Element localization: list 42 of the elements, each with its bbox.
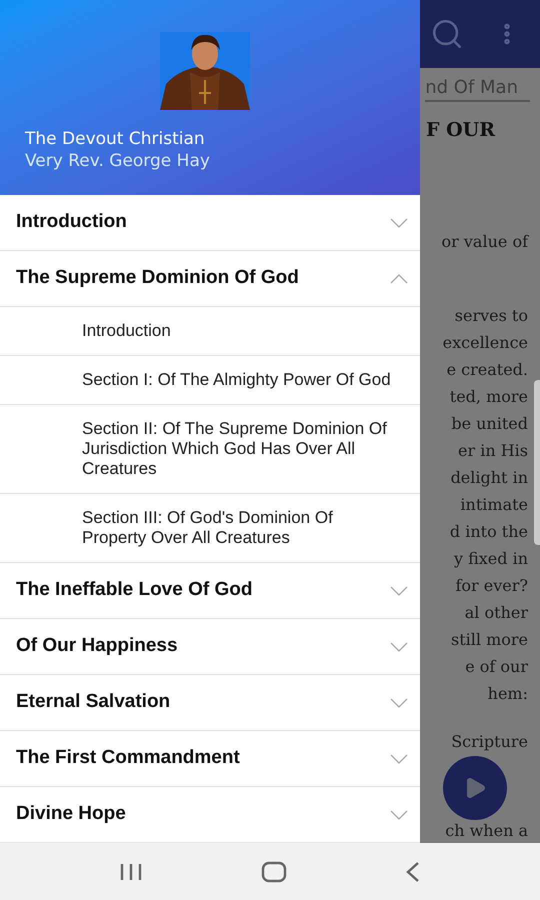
body-text-line: for ever? bbox=[456, 574, 528, 596]
chapter-item[interactable]: The Ineffable Love Of God bbox=[0, 563, 420, 619]
chapter-heading: F OUR bbox=[426, 118, 495, 143]
back-icon[interactable] bbox=[405, 860, 421, 882]
body-text-line: d into the bbox=[450, 520, 528, 542]
expand-icon bbox=[390, 810, 408, 820]
section-item[interactable]: Section I: Of The Almighty Power Of God bbox=[0, 356, 420, 405]
body-text-line: e of our bbox=[465, 656, 528, 678]
body-text-line: Scripture bbox=[451, 730, 528, 752]
body-text-line: hem: bbox=[488, 682, 528, 704]
body-text-line: excellence bbox=[442, 332, 528, 354]
section-item[interactable]: Introduction bbox=[0, 307, 420, 356]
body-text-line: or value of bbox=[442, 230, 528, 252]
book-author: Very Rev. George Hay bbox=[25, 150, 211, 172]
body-text-line: be united bbox=[451, 412, 528, 434]
search-icon[interactable] bbox=[430, 17, 464, 51]
expand-icon bbox=[390, 218, 408, 228]
section-item[interactable]: Section II: Of The Supreme Dominion Of Jurisdiction Which God Has Over All Creatures bbox=[0, 405, 420, 494]
collapse-icon bbox=[390, 274, 408, 284]
body-text-line: still more bbox=[451, 628, 528, 650]
recent-apps-icon[interactable] bbox=[119, 862, 143, 882]
expand-icon bbox=[390, 754, 408, 764]
body-text-line: al other bbox=[464, 602, 528, 624]
chapter-item[interactable]: The Supreme Dominion Of God bbox=[0, 251, 420, 307]
body-text-line: y fixed in bbox=[454, 548, 528, 570]
expand-icon bbox=[390, 586, 408, 596]
body-text-line: serves to bbox=[454, 304, 528, 326]
chapter-item[interactable]: Introduction bbox=[0, 195, 420, 251]
expand-icon bbox=[390, 698, 408, 708]
expand-icon bbox=[390, 642, 408, 652]
body-text-line: e created. bbox=[446, 358, 528, 380]
chapter-item[interactable]: The First Commandment bbox=[0, 731, 420, 787]
chapter-item[interactable]: Eternal Salvation bbox=[0, 675, 420, 731]
chapter-item[interactable]: Of Our Happiness bbox=[0, 619, 420, 675]
book-title: The Devout Christian bbox=[25, 128, 206, 150]
body-text-line: ch when a bbox=[445, 820, 528, 842]
body-text-line: ted, more bbox=[450, 386, 528, 408]
body-text-line: delight in bbox=[450, 466, 528, 488]
body-text-line: intimate bbox=[460, 494, 528, 516]
section-item[interactable]: Section III: Of God's Dominion Of Property Over All Creatures bbox=[0, 494, 420, 563]
home-icon[interactable] bbox=[261, 860, 287, 882]
body-text-line: er in His bbox=[458, 440, 528, 462]
